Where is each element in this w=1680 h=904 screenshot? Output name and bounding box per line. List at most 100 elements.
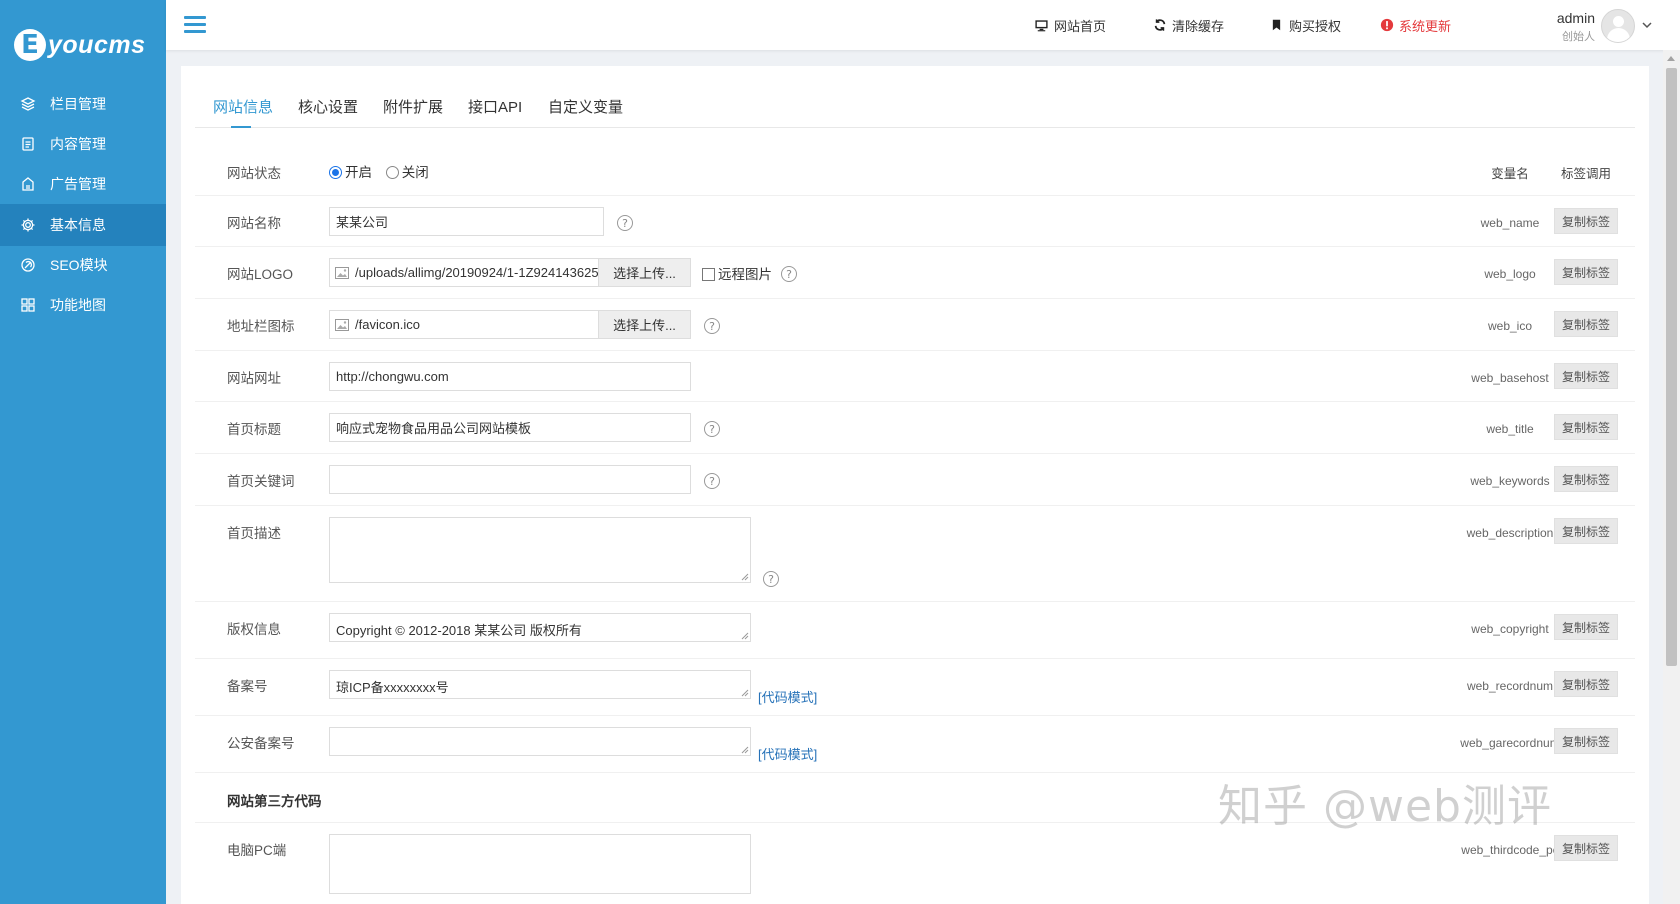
tab-site-info[interactable]: 网站信息: [213, 96, 273, 117]
tab-api[interactable]: 接口API: [468, 96, 522, 117]
status-off-radio[interactable]: [385, 166, 399, 179]
tab-custom-variables[interactable]: 自定义变量: [548, 96, 623, 117]
resize-grip-icon[interactable]: [740, 745, 749, 754]
favicon-file-input[interactable]: /favicon.ico 选择上传...: [329, 310, 691, 339]
sidebar-item-label: 广告管理: [50, 176, 106, 192]
sidebar-item-basic-info[interactable]: 基本信息: [0, 204, 166, 246]
logo-path-field[interactable]: /uploads/allimg/20190924/1-1Z924143625: [330, 259, 598, 286]
site-status-label: 网站状态: [227, 166, 281, 181]
favicon-path-field[interactable]: /favicon.ico: [330, 311, 598, 338]
buy-license-link[interactable]: 购买授权: [1269, 15, 1341, 35]
user-menu[interactable]: admin 创始人: [1549, 8, 1669, 44]
resize-grip-icon[interactable]: [740, 631, 749, 640]
sidebar-item-seo[interactable]: SEO模块: [0, 244, 166, 286]
system-update-link[interactable]: 系统更新: [1379, 15, 1451, 35]
site-home-link[interactable]: 网站首页: [1034, 15, 1106, 35]
active-tab-indicator: [231, 126, 251, 128]
copy-tag-button[interactable]: 复制标签: [1554, 363, 1618, 389]
police-record-textarea[interactable]: [329, 727, 751, 756]
eyoucms-logo[interactable]: E youcms: [14, 22, 154, 68]
site-url-input[interactable]: http://chongwu.com: [329, 362, 691, 391]
document-icon: [20, 136, 36, 152]
clear-cache-label: 清除缓存: [1172, 18, 1225, 34]
copy-tag-button[interactable]: 复制标签: [1554, 259, 1618, 285]
clear-cache-link[interactable]: 清除缓存: [1152, 15, 1224, 35]
status-off-option[interactable]: 关闭: [385, 165, 429, 180]
image-icon: [335, 266, 349, 279]
site-home-label: 网站首页: [1054, 18, 1107, 34]
page-scrollbar[interactable]: [1663, 50, 1680, 904]
chevron-down-icon[interactable]: [1641, 19, 1653, 31]
user-role: 创始人: [1562, 31, 1595, 43]
sidebar-item-feature-map[interactable]: 功能地图: [0, 284, 166, 326]
home-description-textarea[interactable]: [329, 517, 751, 583]
help-icon[interactable]: ?: [704, 421, 720, 437]
row-site-name: 网站名称 某某公司 ? web_name 复制标签: [195, 196, 1635, 247]
copy-tag-button[interactable]: 复制标签: [1554, 518, 1618, 544]
scroll-thumb[interactable]: [1666, 68, 1677, 666]
copy-tag-button[interactable]: 复制标签: [1554, 614, 1618, 640]
tag-call-header: 标签调用: [1560, 167, 1611, 181]
scroll-up-arrow-icon[interactable]: [1667, 56, 1675, 61]
home-description-label: 首页描述: [227, 526, 281, 541]
favicon-upload-button[interactable]: 选择上传...: [598, 311, 690, 338]
copy-tag-button[interactable]: 复制标签: [1554, 466, 1618, 492]
grid-icon: [20, 297, 36, 313]
third-party-code-heading: 网站第三方代码: [227, 794, 322, 809]
resize-grip-icon[interactable]: [740, 688, 749, 697]
police-record-label: 公安备案号: [227, 736, 295, 751]
status-on-option[interactable]: 开启: [329, 165, 372, 180]
settings-panel: 网站信息 核心设置 附件扩展 接口API 自定义变量 网站状态 开启 关闭 变量…: [181, 66, 1649, 904]
status-off-label: 关闭: [401, 165, 429, 180]
sidebar-item-ads[interactable]: 广告管理: [0, 163, 166, 205]
copy-tag-button[interactable]: 复制标签: [1554, 728, 1618, 754]
menu-toggle-icon[interactable]: [184, 16, 206, 34]
logo-upload-button[interactable]: 选择上传...: [598, 259, 690, 286]
home-keywords-input[interactable]: [329, 465, 691, 494]
logo-text: youcms: [48, 30, 146, 59]
icp-record-textarea[interactable]: 琼ICP备xxxxxxxx号: [329, 670, 751, 699]
help-icon[interactable]: ?: [781, 266, 797, 282]
top-header: 网站首页 清除缓存 购买授权 系统更新 admin 创始人: [166, 0, 1680, 50]
copy-tag-button[interactable]: 复制标签: [1554, 414, 1618, 440]
system-update-label: 系统更新: [1399, 18, 1452, 34]
help-icon[interactable]: ?: [617, 215, 633, 231]
sidebar-item-label: SEO模块: [50, 257, 108, 273]
sidebar-item-columns[interactable]: 栏目管理: [0, 83, 166, 125]
code-mode-link[interactable]: [代码模式]: [758, 687, 817, 706]
help-icon[interactable]: ?: [763, 571, 779, 587]
tab-attachment-extension[interactable]: 附件扩展: [383, 96, 443, 117]
refresh-icon: [1152, 18, 1167, 33]
sidebar-item-label: 基本信息: [50, 217, 106, 233]
image-icon: [335, 318, 349, 331]
thirdcode-pc-textarea[interactable]: [329, 834, 751, 894]
layers-icon: [20, 96, 36, 112]
tab-core-settings[interactable]: 核心设置: [298, 96, 358, 117]
row-home-keywords: 首页关键词 ? web_keywords 复制标签: [195, 454, 1635, 506]
buy-license-label: 购买授权: [1289, 18, 1342, 34]
site-logo-label: 网站LOGO: [227, 267, 294, 282]
site-name-input[interactable]: 某某公司: [329, 207, 604, 236]
ad-icon: [20, 176, 36, 192]
home-title-input[interactable]: 响应式宠物食品用品公司网站模板: [329, 413, 691, 442]
logo-path-value: /uploads/allimg/20190924/1-1Z924143625: [355, 265, 598, 280]
code-mode-link[interactable]: [代码模式]: [758, 744, 817, 763]
row-thirdcode-pc: 电脑PC端 web_thirdcode_pc 复制标签: [195, 823, 1635, 903]
sidebar-item-content[interactable]: 内容管理: [0, 123, 166, 165]
logo-file-input[interactable]: /uploads/allimg/20190924/1-1Z924143625 选…: [329, 258, 691, 287]
site-url-label: 网站网址: [227, 371, 281, 386]
status-on-radio[interactable]: [329, 166, 342, 179]
copyright-textarea[interactable]: Copyright © 2012-2018 某某公司 版权所有: [329, 613, 751, 642]
remote-image-checkbox[interactable]: [702, 268, 715, 281]
help-icon[interactable]: ?: [704, 473, 720, 489]
help-icon[interactable]: ?: [704, 318, 720, 334]
copy-tag-button[interactable]: 复制标签: [1554, 311, 1618, 337]
section-third-party-code: 网站第三方代码: [195, 773, 1635, 823]
copy-tag-button[interactable]: 复制标签: [1554, 835, 1618, 861]
icp-record-label: 备案号: [227, 679, 268, 694]
copy-tag-button[interactable]: 复制标签: [1554, 208, 1618, 234]
copy-tag-button[interactable]: 复制标签: [1554, 671, 1618, 697]
resize-grip-icon[interactable]: [740, 572, 749, 581]
remote-image-option[interactable]: 远程图片: [702, 263, 772, 283]
avatar[interactable]: [1601, 9, 1635, 43]
